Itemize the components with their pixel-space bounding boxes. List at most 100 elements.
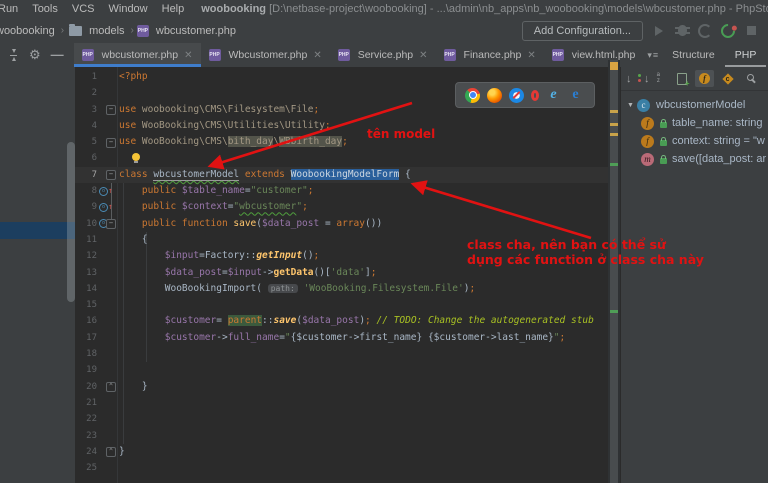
- code-token: $context: [182, 201, 228, 212]
- code-line-6[interactable]: 6: [75, 150, 608, 166]
- gutter-icons: [99, 346, 119, 362]
- code-line-14[interactable]: 14 WooBookingImport( path: 'WooBooking.F…: [75, 281, 608, 297]
- project-scrollbar[interactable]: [67, 142, 75, 302]
- code-text: $customer= parent::save($data_post); // …: [119, 313, 608, 329]
- edge-browser-icon[interactable]: e: [568, 88, 583, 103]
- editor-tab-Wbcustomer.php[interactable]: PHPWbcustomer.php✕: [201, 43, 330, 67]
- code-line-22[interactable]: 22: [75, 411, 608, 427]
- code-text: public $context="wbcustomer";: [119, 199, 608, 215]
- code-line-4[interactable]: 4use WooBooking\CMS\Utilities\Utility;: [75, 118, 608, 134]
- run-icon[interactable]: [652, 24, 666, 38]
- gutter-icons: −: [99, 134, 119, 150]
- opera-browser-icon[interactable]: [531, 90, 539, 101]
- stop-icon[interactable]: [744, 24, 758, 38]
- fold-start-icon[interactable]: −: [106, 138, 116, 148]
- tree-item[interactable]: fcontext: string = "w: [621, 132, 768, 150]
- add-configuration-button[interactable]: Add Configuration...: [522, 21, 643, 41]
- collapse-tool-icon[interactable]: [8, 49, 19, 61]
- fold-start-icon[interactable]: −: [106, 170, 116, 180]
- code-line-16[interactable]: 16 $customer= parent::save($data_post); …: [75, 313, 608, 329]
- code-editor[interactable]: 1<?php23−use woobooking\CMS\Filesystem\F…: [75, 67, 608, 483]
- menu-item-help[interactable]: Help: [155, 3, 192, 15]
- code-line-17[interactable]: 17 $customer->full_name="{$customer->fir…: [75, 330, 608, 346]
- code-line-20[interactable]: 20⌃ }: [75, 379, 608, 395]
- code-line-13[interactable]: 13 $data_post=$input->getData()['data'];: [75, 265, 608, 281]
- override-marker-icon[interactable]: o: [99, 203, 108, 212]
- chrome-browser-icon[interactable]: [465, 88, 480, 103]
- code-line-25[interactable]: 25: [75, 460, 608, 476]
- coverage-icon[interactable]: [698, 24, 712, 38]
- show-inherited-icon[interactable]: [672, 70, 691, 87]
- menu-bar: RunToolsVCSWindowHelp woobooking [D:\net…: [0, 0, 768, 18]
- code-line-10[interactable]: 10o− public function save($data_post = a…: [75, 216, 608, 232]
- code-text: use WooBooking\CMS\Utilities\Utility;: [119, 118, 608, 134]
- code-token: WBbirth_day: [279, 136, 342, 147]
- code-line-24[interactable]: 24⌃}: [75, 444, 608, 460]
- close-icon[interactable]: ✕: [419, 50, 427, 61]
- fold-start-icon[interactable]: −: [106, 105, 116, 115]
- close-icon[interactable]: ✕: [527, 50, 535, 61]
- show-constants-icon[interactable]: c: [718, 70, 737, 87]
- code-line-19[interactable]: 19: [75, 362, 608, 378]
- fold-end-icon[interactable]: ⌃: [106, 382, 116, 392]
- override-marker-icon[interactable]: o: [99, 187, 108, 196]
- menu-item-window[interactable]: Window: [102, 3, 155, 15]
- editor-tab-view.html.php[interactable]: PHPview.html.php: [544, 43, 644, 67]
- debug-icon[interactable]: [675, 24, 689, 38]
- fold-start-icon[interactable]: −: [106, 219, 116, 229]
- tree-root-class[interactable]: ▼cwbcustomerModel: [621, 96, 768, 114]
- code-line-21[interactable]: 21: [75, 395, 608, 411]
- chevron-down-icon[interactable]: ▼: [627, 102, 637, 109]
- code-token: }: [119, 381, 148, 392]
- line-number: 6: [75, 150, 99, 166]
- editor-tab-Service.php[interactable]: PHPService.php✕: [330, 43, 436, 67]
- breadcrumb-folder[interactable]: models: [86, 23, 127, 39]
- line-number: 1: [75, 69, 99, 85]
- code-line-8[interactable]: 8o public $table_name="customer";: [75, 183, 608, 199]
- editor-tab-Finance.php[interactable]: PHPFinance.php✕: [436, 43, 544, 67]
- fold-end-icon[interactable]: ⌃: [106, 447, 116, 457]
- sort-alphabetically-icon[interactable]: ↓az: [644, 72, 659, 86]
- code-line-9[interactable]: 9o public $context="wbcustomer";: [75, 199, 608, 215]
- firefox-browser-icon[interactable]: [487, 88, 502, 103]
- breadcrumb-file[interactable]: wbcustomer.php: [153, 23, 239, 39]
- code-token: {: [119, 234, 148, 245]
- tool-tab-structure[interactable]: Structure: [662, 43, 725, 67]
- line-number: 15: [75, 297, 99, 313]
- code-line-23[interactable]: 23: [75, 428, 608, 444]
- hidden-tabs-icon[interactable]: ▾≡: [643, 43, 662, 67]
- open-in-browser-popup: ee: [455, 82, 595, 108]
- listen-debug-icon[interactable]: [721, 24, 735, 38]
- ie-browser-icon[interactable]: e: [546, 88, 561, 103]
- tree-item[interactable]: ftable_name: string: [621, 114, 768, 132]
- code-line-5[interactable]: 5−use WooBooking\CMS\bith_day\WBbirth_da…: [75, 134, 608, 150]
- tool-tab-php[interactable]: PHP: [725, 43, 767, 67]
- close-icon[interactable]: ✕: [313, 50, 321, 61]
- safari-browser-icon[interactable]: [509, 88, 524, 103]
- intention-bulb-icon[interactable]: [132, 153, 140, 161]
- line-number: 23: [75, 428, 99, 444]
- editor-tab-wbcustomer.php[interactable]: PHPwbcustomer.php✕: [74, 43, 201, 67]
- menu-item-vcs[interactable]: VCS: [65, 3, 102, 15]
- line-number: 3: [75, 102, 99, 118]
- line-number: 18: [75, 346, 99, 362]
- code-token: $data_post: [302, 315, 359, 326]
- code-token: [119, 250, 165, 261]
- menu-item-run[interactable]: Run: [0, 3, 25, 15]
- line-number: 11: [75, 232, 99, 248]
- sort-by-visibility-icon[interactable]: ↓: [626, 72, 641, 86]
- gear-icon[interactable]: ⚙: [29, 49, 41, 61]
- code-line-7[interactable]: 7−class wbcustomerModel extends Woobooki…: [75, 167, 608, 183]
- breadcrumb-project[interactable]: woobooking: [0, 23, 58, 39]
- code-line-15[interactable]: 15: [75, 297, 608, 313]
- show-private-icon[interactable]: [741, 70, 760, 87]
- show-fields-icon[interactable]: f: [695, 70, 714, 87]
- code-text: public $table_name="customer";: [119, 183, 608, 199]
- project-tool-strip[interactable]: [0, 67, 75, 483]
- close-icon[interactable]: ✕: [184, 50, 192, 61]
- menu-item-tools[interactable]: Tools: [25, 3, 65, 15]
- hide-panel-icon[interactable]: —: [51, 50, 64, 60]
- tree-item[interactable]: msave([data_post: ar: [621, 150, 768, 168]
- code-token: ;: [342, 136, 348, 147]
- code-line-18[interactable]: 18: [75, 346, 608, 362]
